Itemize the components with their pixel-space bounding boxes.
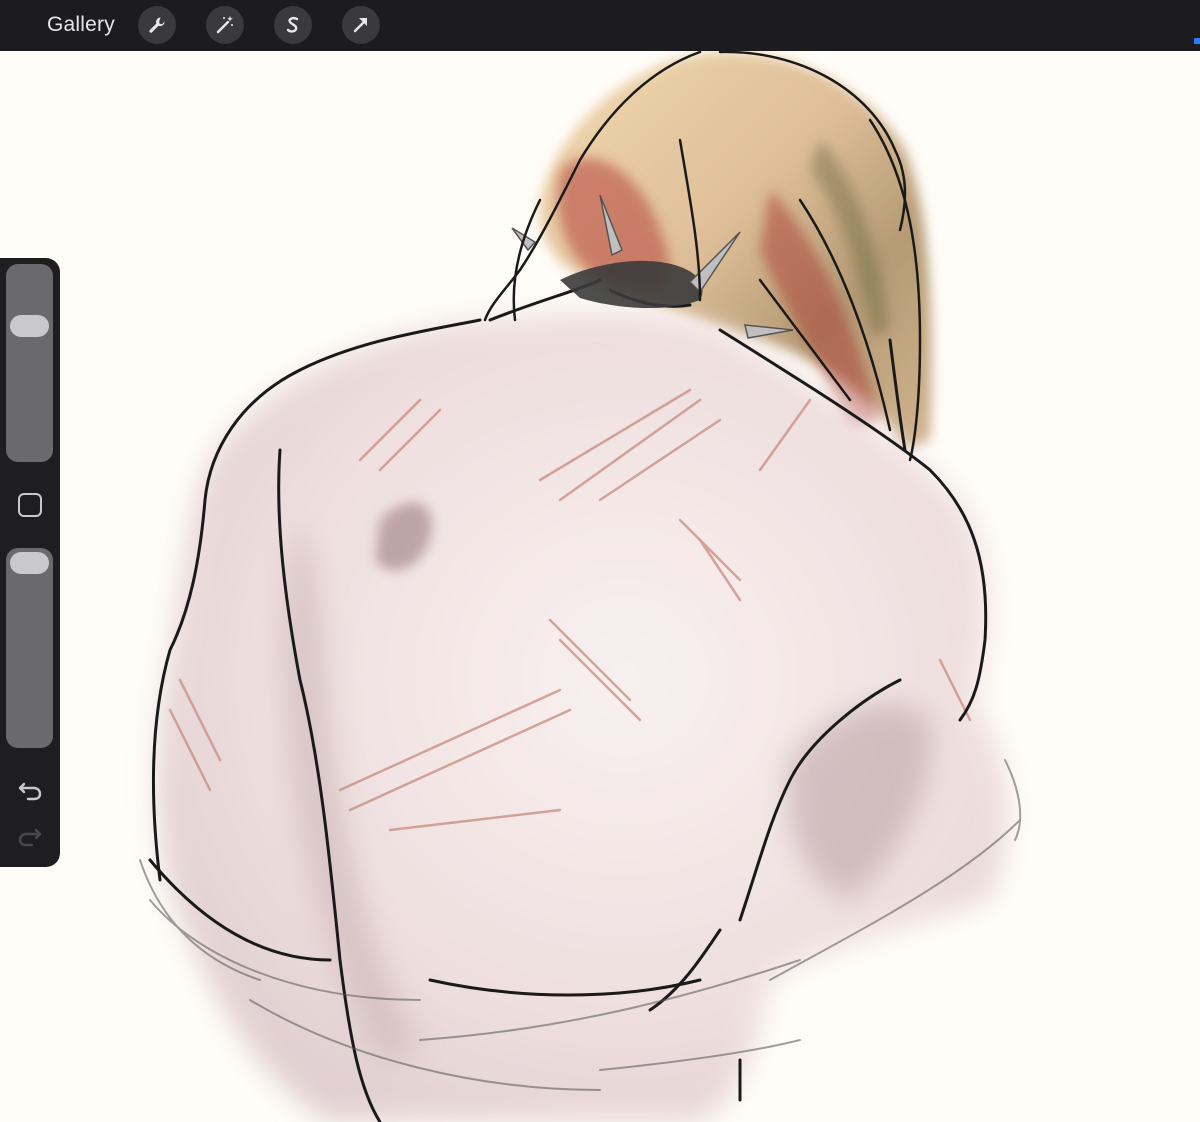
artwork (139, 51, 1022, 1122)
wrench-icon (146, 14, 168, 36)
transform-button[interactable] (342, 6, 380, 44)
undo-icon (15, 782, 45, 808)
brush-size-slider[interactable] (6, 264, 53, 462)
accent-corner (1194, 38, 1200, 44)
procreate-window: Gallery (0, 0, 1200, 1122)
opacity-thumb[interactable] (10, 552, 49, 574)
undo-button[interactable] (15, 774, 45, 804)
opacity-slider[interactable] (6, 548, 53, 748)
selection-s-icon (282, 14, 304, 36)
brush-size-thumb[interactable] (10, 315, 49, 338)
left-sidebar (0, 258, 60, 867)
gallery-button[interactable]: Gallery (47, 12, 115, 38)
arrow-cursor-icon (350, 14, 372, 36)
actions-button[interactable] (138, 6, 176, 44)
square-modify-icon (17, 493, 43, 522)
top-toolbar: Gallery (0, 0, 1200, 51)
selection-button[interactable] (274, 6, 312, 44)
magic-wand-icon (214, 14, 236, 36)
adjustments-button[interactable] (206, 6, 244, 44)
drawing-canvas[interactable] (0, 51, 1200, 1122)
redo-icon (15, 828, 45, 856)
redo-button[interactable] (15, 822, 45, 852)
modify-button[interactable] (17, 492, 43, 518)
